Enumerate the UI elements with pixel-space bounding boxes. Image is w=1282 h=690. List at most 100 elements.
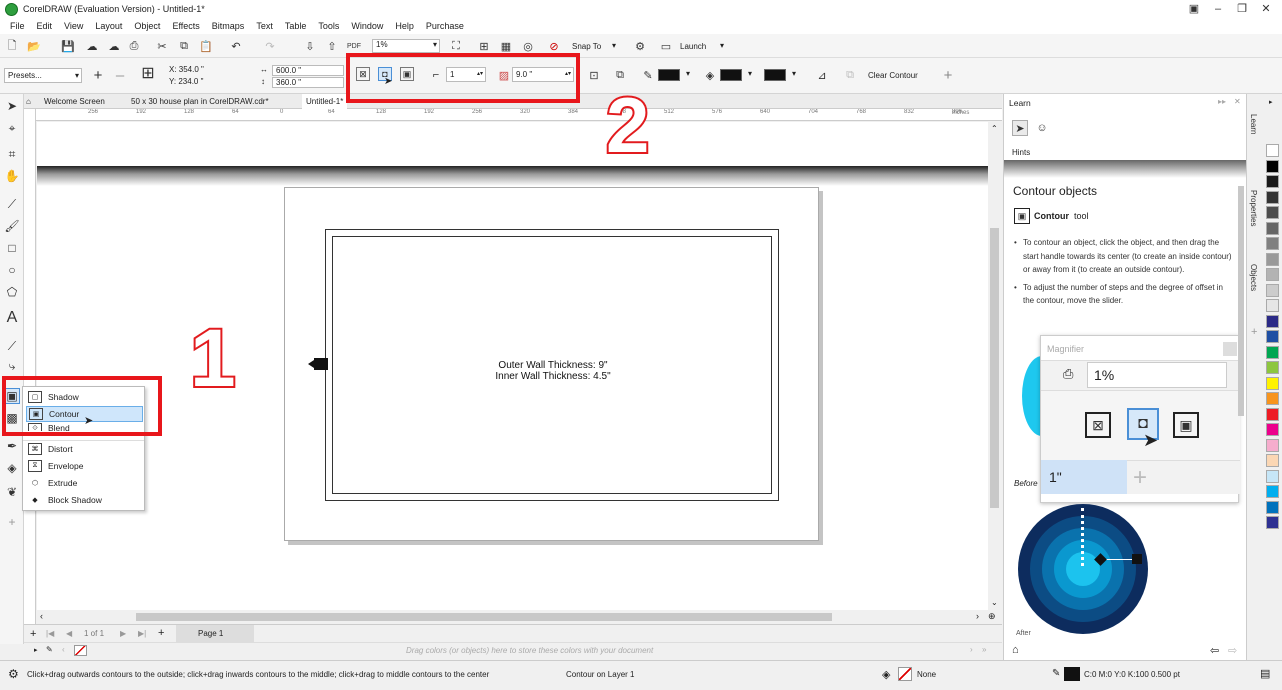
next-page-icon[interactable]: ▶ [120, 629, 126, 638]
snap-off-icon[interactable]: ⊘ [546, 38, 562, 54]
pan-tool-icon[interactable]: ✋ [4, 168, 20, 184]
flyout-block-shadow[interactable]: ◆ Block Shadow [26, 492, 143, 508]
palette-swatch[interactable] [1266, 485, 1279, 498]
palette-swatch[interactable] [1266, 407, 1279, 421]
new-document-icon[interactable]: 🗋 [4, 38, 20, 54]
menu-effects[interactable]: Effects [172, 21, 199, 31]
minimize-button[interactable]: – [1206, 0, 1230, 18]
menu-help[interactable]: Help [395, 21, 414, 31]
menu-window[interactable]: Window [351, 21, 383, 31]
chevron-right-icon[interactable]: › [976, 611, 979, 621]
palette-swatch[interactable] [1266, 438, 1279, 452]
palette-swatch[interactable] [1266, 423, 1279, 436]
flyout-distort[interactable]: ⌘ Distort [26, 441, 143, 457]
zoom-navigator-icon[interactable]: ⊕ [988, 611, 996, 622]
palette-swatch[interactable] [1266, 221, 1279, 235]
palette-swatch[interactable] [1266, 361, 1279, 374]
tab-untitled-1[interactable]: Untitled-1* [302, 94, 348, 109]
parallel-dimension-icon[interactable]: ⟋ [4, 338, 20, 354]
chevron-up-icon[interactable]: ⌃ [991, 124, 998, 133]
copy-icon[interactable]: ⧉ [176, 38, 192, 54]
outer-wall-rectangle[interactable]: Outer Wall Thickness: 9" Inner Wall Thic… [325, 229, 779, 501]
vertical-scrollbar[interactable]: ⌃ ⌄ [988, 122, 1002, 622]
cloud-upload-icon[interactable]: ☁ [106, 38, 122, 54]
cloud-icon[interactable]: ☁ [84, 38, 100, 54]
learn-scroll-thumb[interactable] [1238, 186, 1244, 416]
collapse-icon[interactable]: ▸▸ [1218, 97, 1226, 106]
magnifier-close-button[interactable] [1223, 342, 1237, 356]
add-docker-icon[interactable]: + [1251, 326, 1257, 338]
contour-corners-icon[interactable]: ⊡ [586, 67, 602, 83]
help-icon[interactable]: ▣ [1182, 0, 1206, 18]
pick-tool-icon[interactable]: ➤ [4, 98, 20, 114]
home-icon[interactable]: ⌂ [1012, 644, 1019, 656]
menu-edit[interactable]: Edit [37, 21, 53, 31]
text-tool-icon[interactable]: A [4, 309, 20, 326]
chevron-down-icon[interactable]: ▾ [686, 69, 690, 78]
chevron-left-icon[interactable]: ‹ [62, 645, 65, 654]
forward-arrow-icon[interactable]: ⇨ [1228, 644, 1237, 657]
palette-swatch[interactable] [1266, 392, 1279, 405]
full-screen-icon[interactable]: ⛶ [448, 38, 464, 54]
docker-tab-properties[interactable]: Properties [1249, 190, 1258, 226]
object-origin-icon[interactable]: ⊞ [140, 65, 156, 82]
palette-swatch[interactable] [1266, 454, 1279, 467]
close-icon[interactable]: ✕ [1234, 97, 1241, 106]
palette-swatch[interactable] [1266, 159, 1279, 173]
menu-tools[interactable]: Tools [318, 21, 339, 31]
palette-swatch[interactable] [1266, 376, 1279, 390]
palette-swatch[interactable] [1266, 237, 1279, 250]
chevron-down-icon[interactable]: ▾ [748, 69, 752, 78]
tutorials-tab-icon[interactable]: ☺ [1034, 120, 1050, 136]
fill-bucket-icon[interactable]: ◈ [702, 67, 718, 83]
hints-tab-icon[interactable]: ➤ [1012, 120, 1028, 136]
eyedropper-icon[interactable]: ✒ [4, 438, 20, 454]
palette-swatch[interactable] [1266, 330, 1279, 343]
first-page-icon[interactable]: |◀ [46, 629, 54, 638]
zoom-level-field[interactable]: 1% ▾ [372, 39, 440, 53]
gear-icon[interactable]: ⚙ [632, 38, 648, 54]
show-rulers-icon[interactable]: ⊞ [476, 38, 492, 54]
rectangle-tool-icon[interactable]: □ [4, 240, 20, 256]
freehand-tool-icon[interactable]: ⟋ [4, 196, 20, 212]
palette-swatch[interactable] [1266, 206, 1279, 219]
clear-contour-button[interactable]: Clear Contour [868, 71, 918, 80]
palette-swatch[interactable] [1266, 283, 1279, 297]
import-icon[interactable]: ⇩ [302, 38, 318, 54]
height-field[interactable]: 360.0 " [272, 77, 344, 88]
menu-layout[interactable]: Layout [95, 21, 122, 31]
chevron-down-icon[interactable]: ⌄ [991, 598, 998, 607]
open-icon[interactable]: 📂 [26, 38, 42, 54]
show-grid-icon[interactable]: ▦ [498, 38, 514, 54]
menu-file[interactable]: File [10, 21, 25, 31]
palette-scroll-up-icon[interactable]: ▸ [1269, 98, 1273, 106]
vertical-scroll-thumb[interactable] [990, 228, 999, 508]
no-color-swatch[interactable] [74, 645, 87, 656]
add-page-icon[interactable]: + [158, 627, 164, 639]
fill-none-swatch[interactable] [898, 667, 912, 681]
chevron-right-icon[interactable]: › [970, 645, 973, 654]
wall-thickness-text[interactable]: Outer Wall Thickness: 9" Inner Wall Thic… [333, 360, 773, 382]
export-icon[interactable]: ⇧ [324, 38, 340, 54]
flyout-extrude[interactable]: ⬡ Extrude [26, 475, 143, 491]
contour-start-handle[interactable] [308, 358, 328, 370]
menu-bitmaps[interactable]: Bitmaps [212, 21, 245, 31]
eyedropper-icon[interactable]: ✎ [46, 645, 53, 654]
close-button[interactable]: ✕ [1254, 0, 1278, 18]
tab-house-plan[interactable]: 50 x 30 house plan in CorelDRAW.cdr* [131, 94, 269, 109]
last-page-icon[interactable]: ▶| [138, 629, 146, 638]
interactive-fill-icon[interactable]: ◈ [4, 460, 20, 476]
add-tool-icon[interactable]: + [4, 514, 20, 530]
palette-swatch[interactable] [1266, 314, 1279, 328]
docker-tab-objects[interactable]: Objects [1249, 264, 1258, 291]
horizontal-scroll-thumb[interactable] [136, 613, 832, 621]
artistic-media-icon[interactable]: 🖌 [4, 218, 20, 234]
x-position-field[interactable]: X: 354.0 " [166, 65, 250, 77]
ellipse-tool-icon[interactable]: ○ [4, 262, 20, 278]
fill-color-swatch[interactable] [720, 69, 742, 81]
inner-wall-rectangle[interactable]: Outer Wall Thickness: 9" Inner Wall Thic… [332, 236, 772, 494]
palette-swatch[interactable] [1266, 175, 1279, 188]
palette-menu-icon[interactable]: ▸ [34, 646, 38, 654]
show-guidelines-icon[interactable]: ◎ [520, 38, 536, 54]
shape-tool-icon[interactable]: ⌖ [4, 120, 20, 136]
